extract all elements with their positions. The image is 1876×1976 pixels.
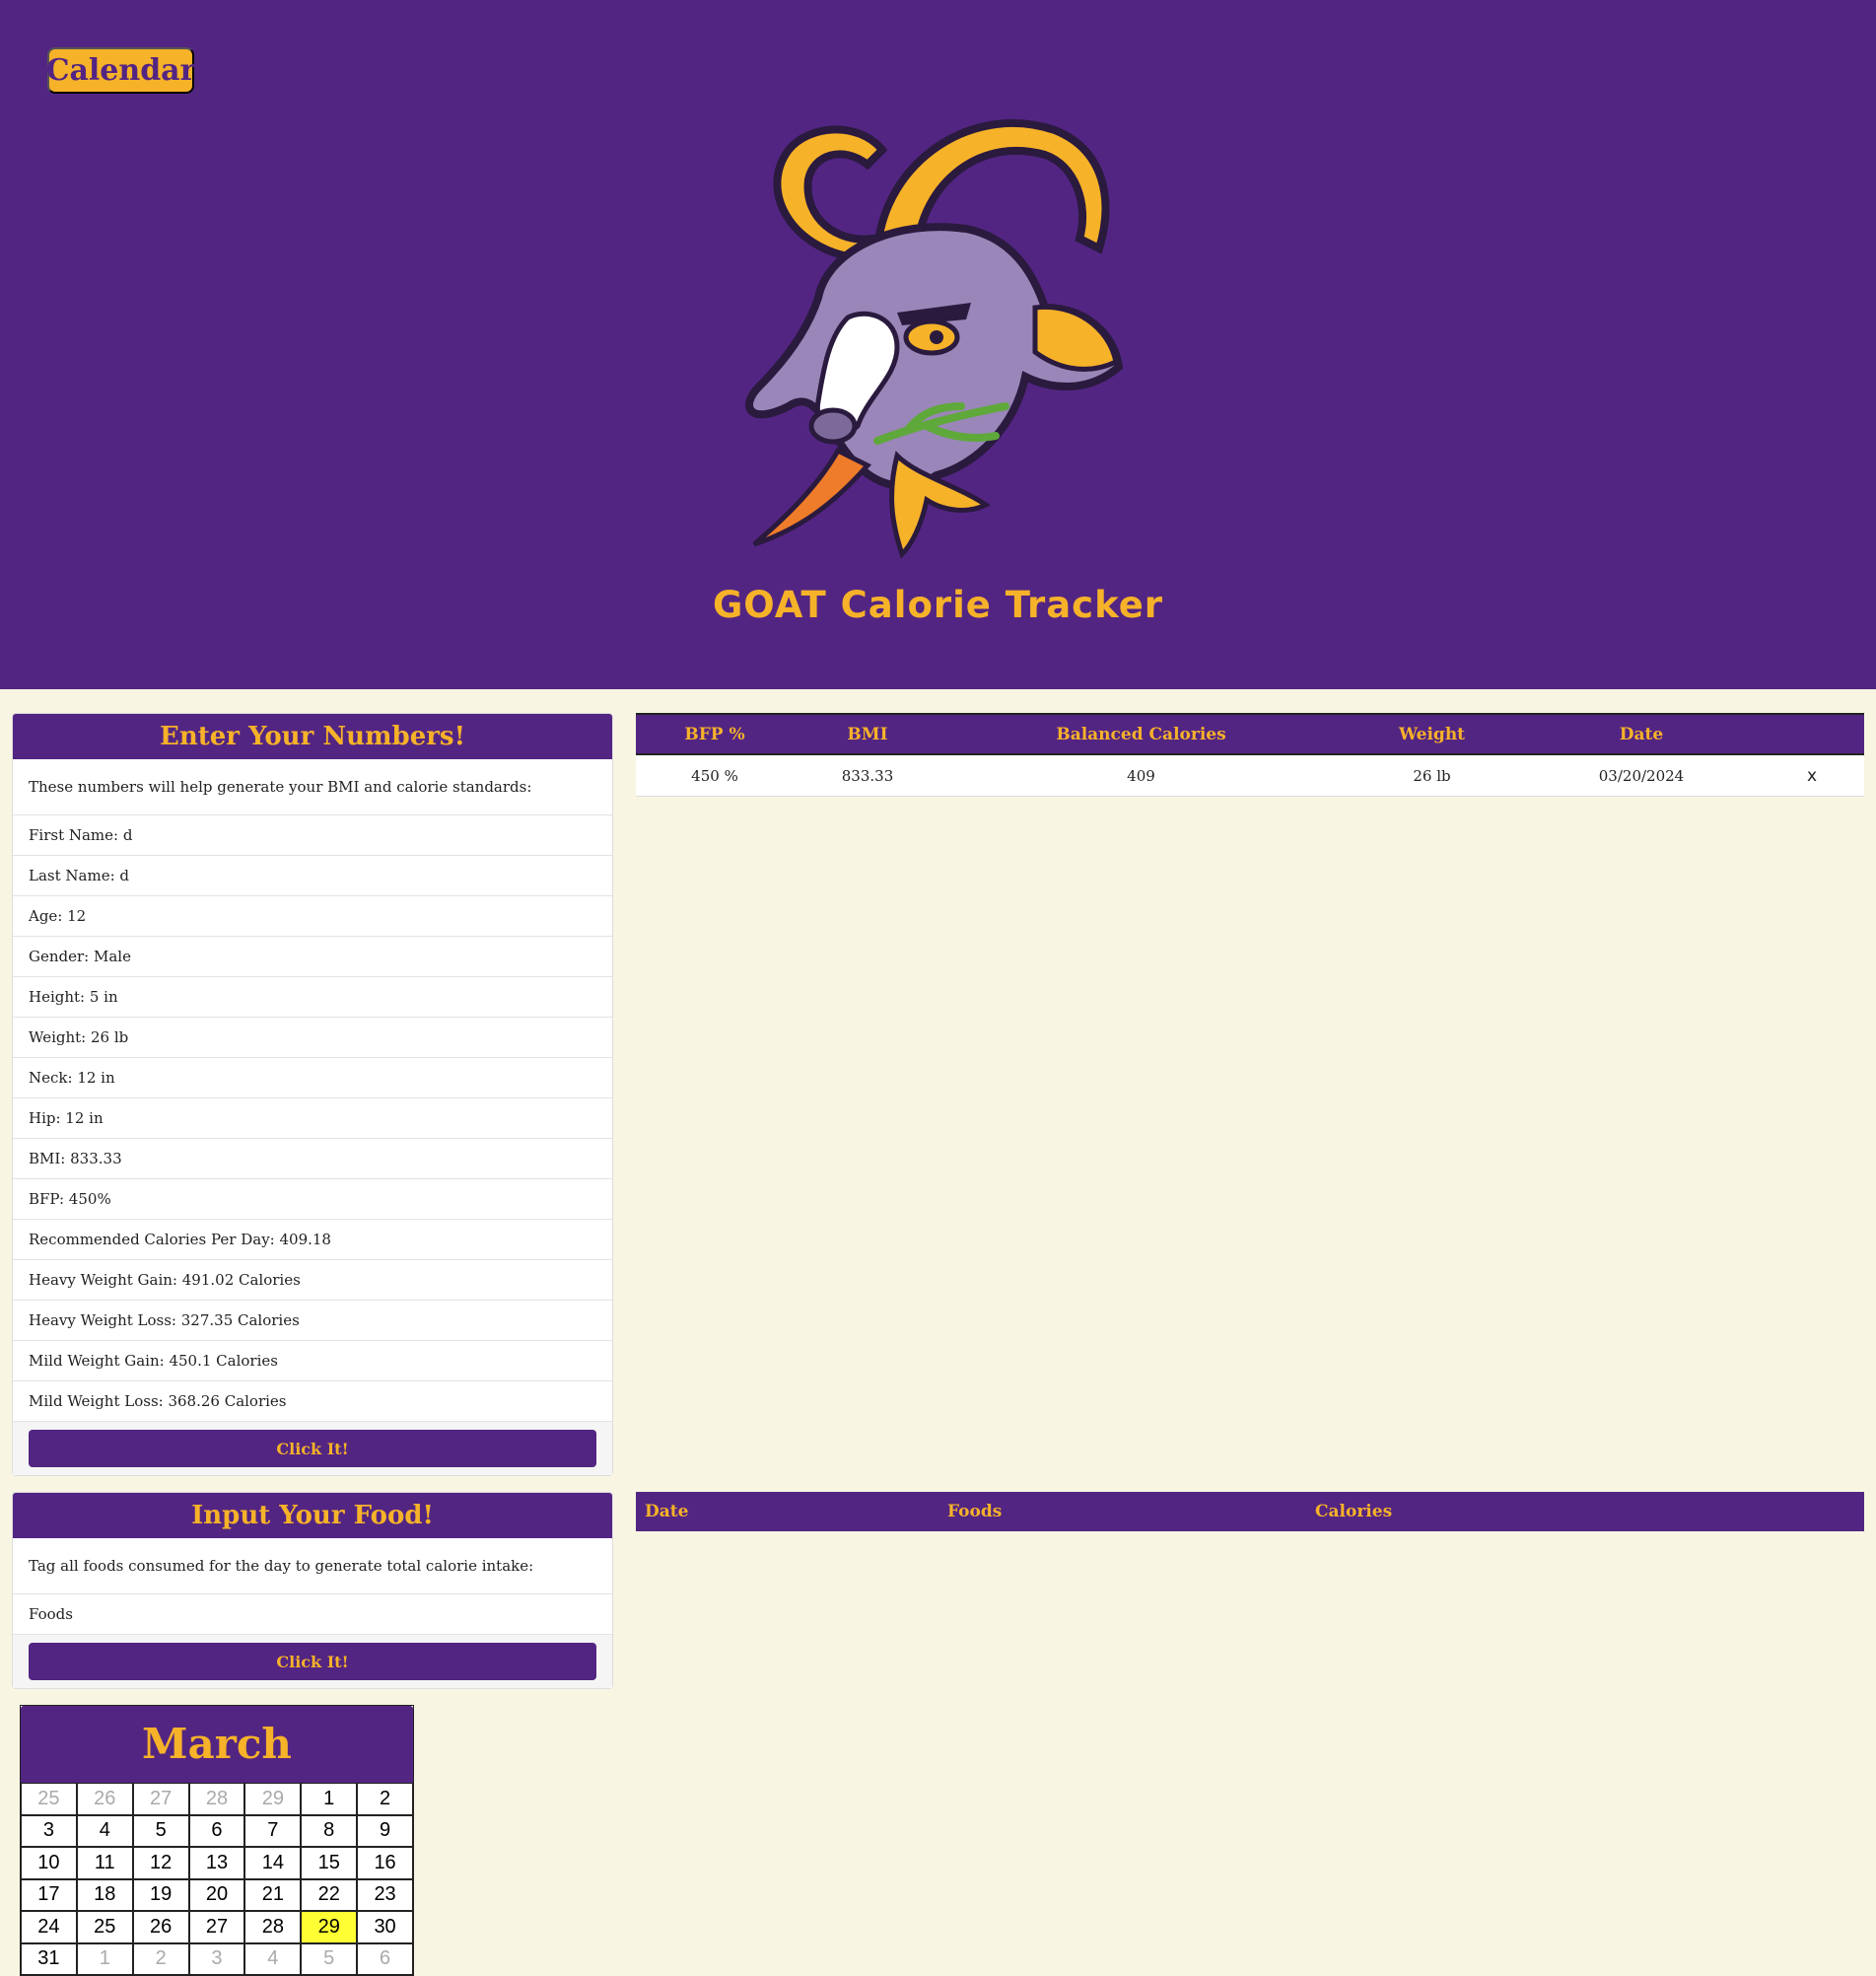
calendar-day[interactable]: 5	[132, 1814, 189, 1847]
goat-logo	[745, 118, 1124, 559]
calendar-month: March	[21, 1706, 413, 1783]
numbers-row: Gender: Male	[13, 937, 612, 977]
calendar-day[interactable]: 18	[76, 1878, 133, 1911]
calendar-day[interactable]: 7	[244, 1814, 302, 1847]
foods-input[interactable]: Foods	[13, 1594, 612, 1635]
calendar-grid: 25 26 27 28 29 1 2 3 4 5 6 7 8 9 10 11 12 13 14 15 16 17 18 19 2…	[21, 1783, 413, 1975]
calendar-day[interactable]: 8	[301, 1814, 358, 1847]
calendar-day-today[interactable]: 29	[301, 1911, 358, 1943]
numbers-row: Heavy Weight Loss: 327.35 Calories	[13, 1301, 612, 1341]
calendar-day[interactable]: 1	[301, 1783, 358, 1815]
col-weight: Weight	[1398, 724, 1466, 744]
calendar-day[interactable]: 16	[357, 1847, 413, 1879]
col-date: Date	[1619, 724, 1664, 744]
numbers-card-title: Enter Your Numbers!	[13, 714, 612, 759]
calendar-day[interactable]: 12	[132, 1847, 189, 1879]
food-submit-button[interactable]: Click It!	[29, 1643, 596, 1680]
calendar-day[interactable]: 23	[357, 1878, 413, 1911]
bmi-cell: 833.33	[841, 766, 894, 785]
numbers-row: Mild Weight Loss: 368.26 Calories	[13, 1381, 612, 1422]
numbers-row: Weight: 26 lb	[13, 1018, 612, 1058]
calendar-day[interactable]: 5	[301, 1942, 358, 1975]
header-banner: Calendar GOAT Calorie Tracker	[0, 0, 1876, 689]
col-food-calories: Calories	[1315, 1502, 1393, 1521]
table-row: 450 % 833.33 409 26 lb 03/20/2024 x	[636, 755, 1864, 797]
calendar-day[interactable]: 24	[21, 1911, 77, 1943]
numbers-row: First Name: d	[13, 815, 612, 856]
numbers-row: Age: 12	[13, 896, 612, 937]
food-description: Tag all foods consumed for the day to ge…	[13, 1538, 612, 1594]
calendar-day[interactable]: 26	[132, 1911, 189, 1943]
calendar-day[interactable]: 14	[244, 1847, 302, 1879]
col-foods: Foods	[947, 1502, 1003, 1521]
food-table: Date Foods Calories	[636, 1492, 1864, 1531]
site-title: GOAT Calorie Tracker	[712, 584, 1164, 626]
calendar-day[interactable]: 20	[188, 1878, 245, 1911]
col-bmi: BMI	[847, 724, 888, 744]
calendar-day[interactable]: 6	[188, 1814, 245, 1847]
calendar-day[interactable]: 13	[188, 1847, 245, 1879]
numbers-row: Mild Weight Gain: 450.1 Calories	[13, 1341, 612, 1381]
col-balanced-calories: Balanced Calories	[1056, 724, 1226, 744]
calendar-day[interactable]: 4	[76, 1814, 133, 1847]
calories-cell: 409	[1127, 766, 1155, 785]
calendar-day[interactable]: 6	[357, 1942, 413, 1975]
calendar-day[interactable]: 10	[21, 1847, 77, 1879]
food-card: Input Your Food! Tag all foods consumed …	[12, 1492, 613, 1689]
calendar-day[interactable]: 25	[76, 1911, 133, 1943]
calendar-day[interactable]: 2	[357, 1783, 413, 1815]
calendar-day[interactable]: 17	[21, 1878, 77, 1911]
food-table-header: Date Foods Calories	[636, 1492, 1864, 1531]
numbers-row: Recommended Calories Per Day: 409.18	[13, 1220, 612, 1260]
col-bfp: BFP %	[684, 724, 745, 744]
calendar-day[interactable]: 30	[357, 1911, 413, 1943]
calendar-day[interactable]: 27	[132, 1783, 189, 1815]
calendar-day[interactable]: 3	[188, 1942, 245, 1975]
numbers-row: Heavy Weight Gain: 491.02 Calories	[13, 1260, 612, 1301]
calendar-day[interactable]: 22	[301, 1878, 358, 1911]
calendar-day[interactable]: 29	[244, 1783, 302, 1815]
calendar-widget: March 25 26 27 28 29 1 2 3 4 5 6 7 8 9 10 11 12 13 14 15 16 1…	[20, 1705, 414, 1976]
numbers-submit-button[interactable]: Click It!	[29, 1430, 596, 1467]
numbers-row: Height: 5 in	[13, 977, 612, 1018]
numbers-row: BMI: 833.33	[13, 1139, 612, 1179]
calendar-day[interactable]: 31	[21, 1942, 77, 1975]
numbers-card: Enter Your Numbers! These numbers will h…	[12, 713, 613, 1476]
calendar-day[interactable]: 11	[76, 1847, 133, 1879]
numbers-row: Hip: 12 in	[13, 1098, 612, 1139]
calendar-day[interactable]: 25	[21, 1783, 77, 1815]
numbers-row: Neck: 12 in	[13, 1058, 612, 1098]
col-food-date: Date	[645, 1502, 689, 1521]
numbers-row: Last Name: d	[13, 856, 612, 896]
calendar-day[interactable]: 4	[244, 1942, 302, 1975]
bfp-cell: 450 %	[691, 766, 738, 785]
calendar-day[interactable]: 28	[244, 1911, 302, 1943]
calendar-day[interactable]: 21	[244, 1878, 302, 1911]
calendar-day[interactable]: 1	[76, 1942, 133, 1975]
stats-table: BFP % BMI Balanced Calories Weight Date …	[636, 713, 1864, 797]
weight-cell: 26 lb	[1413, 766, 1451, 785]
calendar-button[interactable]: Calendar	[46, 47, 195, 94]
calendar-day[interactable]: 9	[357, 1814, 413, 1847]
calendar-day[interactable]: 3	[21, 1814, 77, 1847]
calendar-day[interactable]: 26	[76, 1783, 133, 1815]
food-card-title: Input Your Food!	[13, 1493, 612, 1538]
date-cell: 03/20/2024	[1598, 766, 1685, 785]
calendar-day[interactable]: 2	[132, 1942, 189, 1975]
calendar-day[interactable]: 19	[132, 1878, 189, 1911]
calendar-day[interactable]: 15	[301, 1847, 358, 1879]
calendar-day[interactable]: 27	[188, 1911, 245, 1943]
stats-table-header: BFP % BMI Balanced Calories Weight Date	[636, 713, 1864, 755]
numbers-row: BFP: 450%	[13, 1179, 612, 1220]
numbers-description: These numbers will help generate your BM…	[13, 759, 612, 815]
calendar-day[interactable]: 28	[188, 1783, 245, 1815]
delete-row-button[interactable]: x	[1760, 766, 1864, 786]
